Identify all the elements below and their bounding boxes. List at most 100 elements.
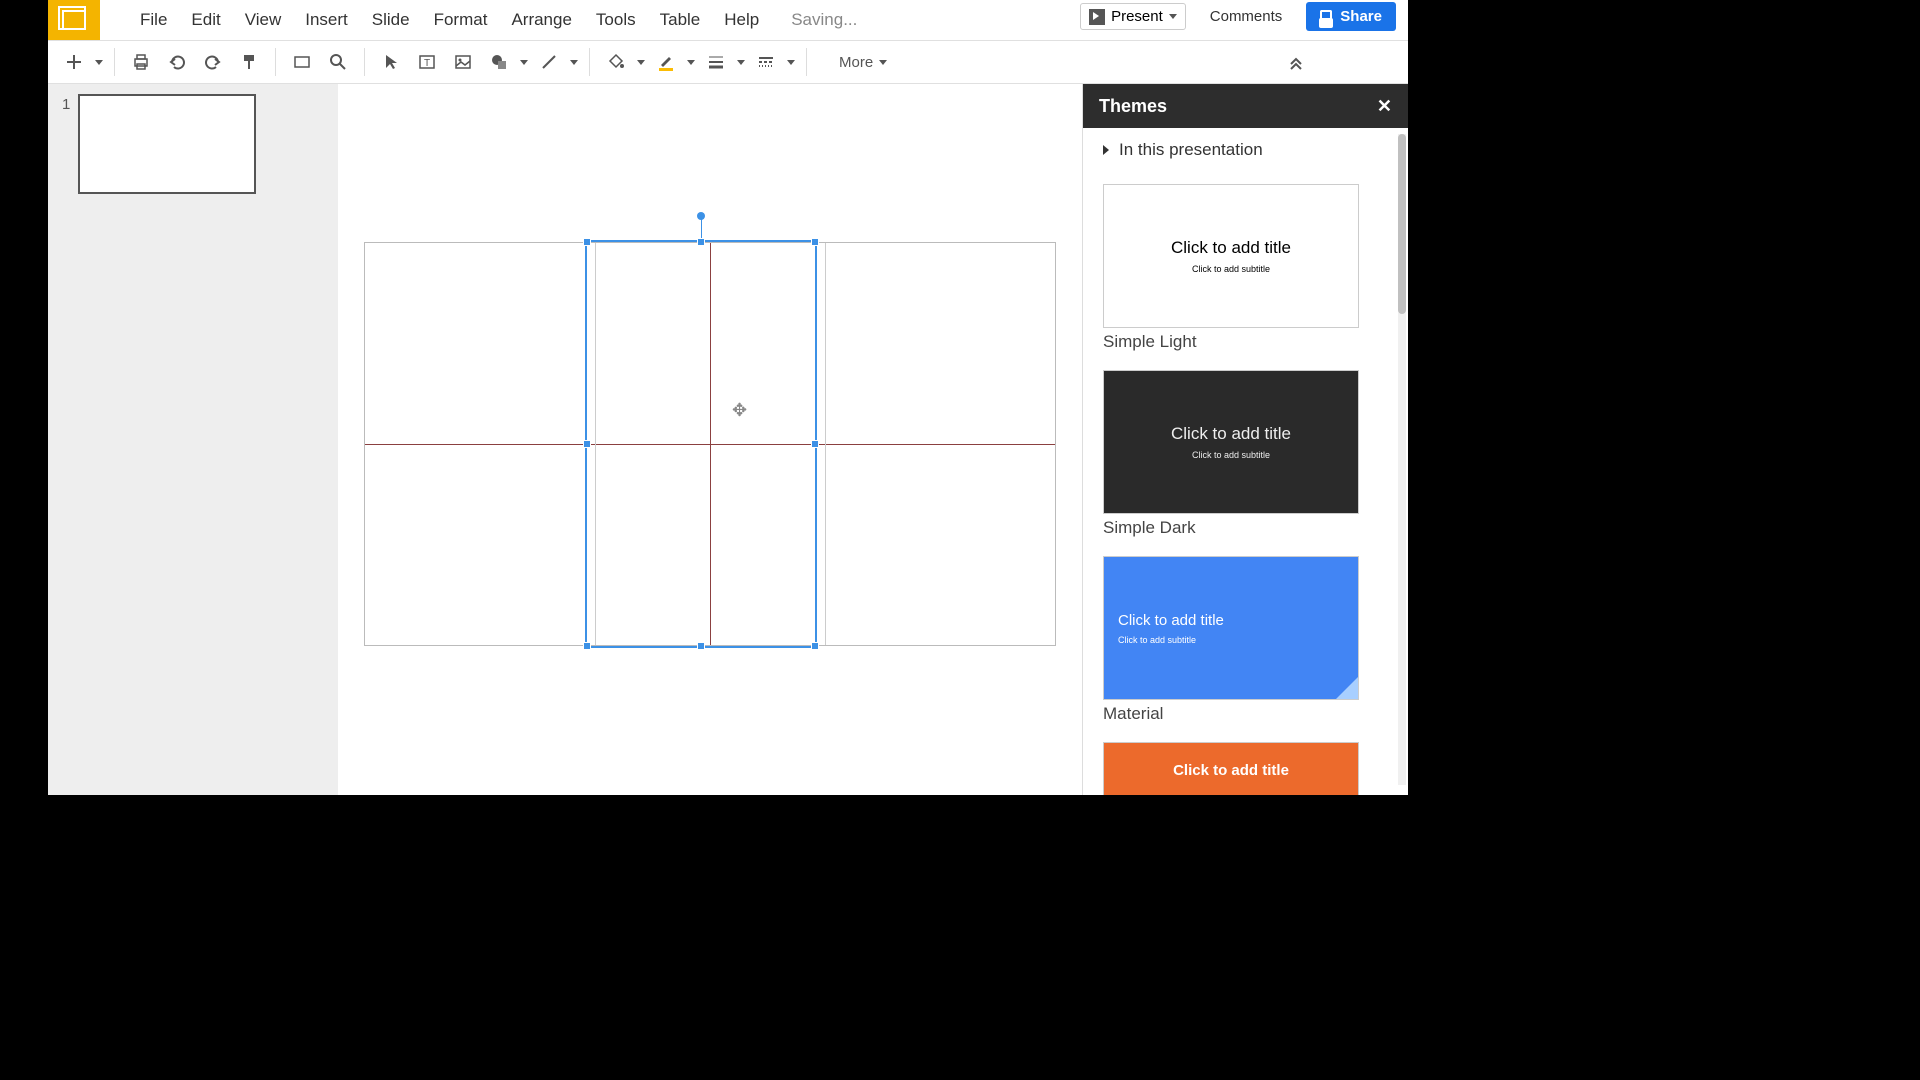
theme-preview-subtitle: Click to add subtitle [1192, 264, 1270, 274]
fold-corner-icon [1336, 677, 1358, 699]
menu-tools[interactable]: Tools [584, 2, 648, 38]
theme-preview: Click to add title Click to add subtitle [1103, 370, 1359, 514]
theme-material[interactable]: Click to add title Click to add subtitle… [1103, 556, 1359, 724]
app-logo[interactable] [48, 0, 100, 40]
toolbar: T More [48, 40, 1408, 84]
theme-preview-title: Click to add title [1171, 238, 1291, 258]
selection-box[interactable] [585, 240, 817, 648]
redo-button[interactable] [197, 46, 229, 78]
canvas-area[interactable]: ✥ [338, 84, 1082, 795]
table-column-divider [825, 243, 826, 645]
undo-button[interactable] [161, 46, 193, 78]
border-weight-button[interactable] [700, 46, 732, 78]
line-dropdown[interactable] [569, 60, 579, 65]
resize-handle-sw[interactable] [583, 642, 591, 650]
close-icon[interactable]: ✕ [1377, 96, 1392, 117]
theme-preview: Click to add title Click to add subtitle [1103, 184, 1359, 328]
rotation-handle[interactable] [697, 212, 705, 220]
svg-text:T: T [424, 58, 430, 69]
menu-insert[interactable]: Insert [293, 2, 360, 38]
chevron-down-icon [879, 60, 887, 65]
paint-format-button[interactable] [233, 46, 265, 78]
select-tool-button[interactable] [375, 46, 407, 78]
menu-slide[interactable]: Slide [360, 2, 422, 38]
theme-preview-title: Click to add title [1173, 762, 1289, 779]
themes-title: Themes [1099, 96, 1167, 117]
resize-handle-n[interactable] [697, 238, 705, 246]
separator [275, 48, 276, 76]
present-label: Present [1111, 8, 1163, 25]
border-color-dropdown[interactable] [686, 60, 696, 65]
themes-body: In this presentation Click to add title … [1083, 128, 1408, 795]
shape-button[interactable] [483, 46, 515, 78]
resize-handle-nw[interactable] [583, 238, 591, 246]
separator [589, 48, 590, 76]
border-dash-dropdown[interactable] [786, 60, 796, 65]
more-button[interactable]: More [829, 54, 897, 71]
separator [364, 48, 365, 76]
in-presentation-toggle[interactable]: In this presentation [1103, 140, 1388, 160]
fill-dropdown[interactable] [636, 60, 646, 65]
themes-panel: Themes ✕ In this presentation Click to a… [1082, 84, 1408, 795]
resize-handle-s[interactable] [697, 642, 705, 650]
separator [806, 48, 807, 76]
textbox-button[interactable]: T [411, 46, 443, 78]
header-actions: Present Comments Share [1080, 2, 1396, 31]
letterbox-left [0, 0, 48, 1080]
border-weight-dropdown[interactable] [736, 60, 746, 65]
theme-preview: Click to add title [1103, 742, 1359, 795]
theme-preview-title: Click to add title [1171, 424, 1291, 444]
lock-icon [1320, 10, 1332, 24]
fit-button[interactable] [286, 46, 318, 78]
theme-preview-title: Click to add title [1118, 612, 1224, 629]
slide-thumb-item[interactable]: 1 [48, 94, 338, 194]
theme-orange[interactable]: Click to add title [1103, 742, 1359, 795]
line-button[interactable] [533, 46, 565, 78]
resize-handle-ne[interactable] [811, 238, 819, 246]
collapse-toolbar-button[interactable] [1280, 46, 1312, 78]
themes-header: Themes ✕ [1083, 84, 1408, 128]
theme-preview-subtitle: Click to add subtitle [1192, 450, 1270, 460]
workspace: 1 ✥ [48, 84, 1408, 795]
zoom-button[interactable] [322, 46, 354, 78]
menu-view[interactable]: View [233, 2, 294, 38]
theme-name-label: Simple Light [1103, 332, 1359, 352]
resize-handle-e[interactable] [811, 440, 819, 448]
in-presentation-label: In this presentation [1119, 140, 1263, 160]
separator [114, 48, 115, 76]
new-slide-dropdown[interactable] [94, 60, 104, 65]
menu-table[interactable]: Table [648, 2, 713, 38]
resize-handle-se[interactable] [811, 642, 819, 650]
slide-thumbnail[interactable] [78, 94, 256, 194]
shape-dropdown[interactable] [519, 60, 529, 65]
fill-color-button[interactable] [600, 46, 632, 78]
menu-file[interactable]: File [128, 2, 179, 38]
border-dash-button[interactable] [750, 46, 782, 78]
menu-arrange[interactable]: Arrange [499, 2, 583, 38]
image-button[interactable] [447, 46, 479, 78]
border-color-button[interactable] [650, 46, 682, 78]
play-icon [1089, 9, 1105, 25]
resize-handle-w[interactable] [583, 440, 591, 448]
menu-help[interactable]: Help [712, 2, 771, 38]
new-slide-button[interactable] [58, 46, 90, 78]
theme-name-label: Simple Dark [1103, 518, 1359, 538]
theme-preview-subtitle: Click to add subtitle [1118, 635, 1196, 645]
present-button[interactable]: Present [1080, 3, 1186, 30]
share-label: Share [1340, 8, 1382, 25]
menubar: File Edit View Insert Slide Format Arran… [48, 0, 1408, 40]
app-window: File Edit View Insert Slide Format Arran… [48, 0, 1408, 795]
move-cursor-icon: ✥ [732, 400, 747, 421]
more-label: More [839, 54, 873, 71]
triangle-right-icon [1103, 145, 1109, 155]
menu-format[interactable]: Format [422, 2, 500, 38]
print-button[interactable] [125, 46, 157, 78]
menu-edit[interactable]: Edit [179, 2, 232, 38]
theme-simple-dark[interactable]: Click to add title Click to add subtitle… [1103, 370, 1359, 538]
theme-simple-light[interactable]: Click to add title Click to add subtitle… [1103, 184, 1359, 352]
share-button[interactable]: Share [1306, 2, 1396, 31]
scrollbar-thumb[interactable] [1398, 134, 1406, 314]
theme-preview: Click to add title Click to add subtitle [1103, 556, 1359, 700]
comments-button[interactable]: Comments [1202, 4, 1291, 29]
theme-name-label: Material [1103, 704, 1359, 724]
